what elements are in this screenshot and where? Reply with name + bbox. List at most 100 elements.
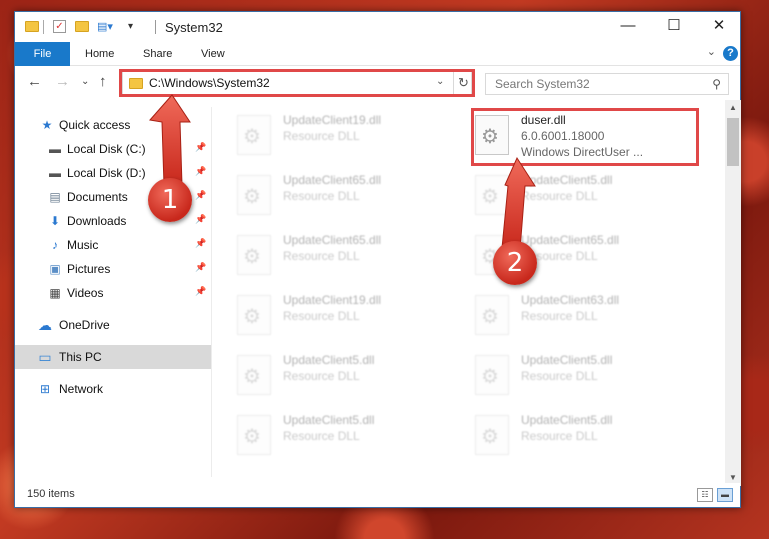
expand-ribbon-icon[interactable]: ⌄	[707, 45, 716, 58]
file-description: Resource DLL	[283, 429, 360, 443]
window-title: System32	[165, 20, 223, 35]
navigation-bar: ← → ⌄ ↑ C:\Windows\System32 ⌄ ↻ Search S…	[15, 67, 740, 99]
dll-file-icon	[475, 415, 509, 455]
onedrive-icon: ☁	[38, 317, 52, 333]
search-icon[interactable]: ⚲	[712, 77, 721, 91]
dll-file-icon	[237, 415, 271, 455]
documents-icon: ▤	[49, 190, 61, 204]
pictures-icon: ▣	[49, 262, 61, 276]
videos-icon: ▦	[49, 286, 61, 300]
dll-file-icon	[237, 115, 271, 155]
pin-icon: 📌	[195, 166, 207, 176]
drive-icon: ▬	[49, 142, 61, 156]
sidebar-item-label: OneDrive	[59, 318, 110, 332]
search-input[interactable]: Search System32	[495, 77, 590, 91]
properties-icon[interactable]: ✓	[53, 20, 66, 33]
file-explorer-window: ✓ ▤▾ ▾ System32 — ☐ ✕ File Home Share Vi…	[14, 11, 741, 508]
folder-icon	[25, 21, 39, 32]
file-name: UpdateClient5.dll	[521, 413, 613, 427]
tab-home[interactable]: Home	[73, 42, 126, 66]
sidebar-item-videos[interactable]: ▦ Videos 📌	[15, 281, 211, 305]
pin-icon: 📌	[195, 262, 207, 272]
file-item[interactable]: UpdateClient19.dll Resource DLL	[215, 289, 445, 343]
file-description: Resource DLL	[283, 189, 360, 203]
file-description: Resource DLL	[283, 249, 360, 263]
sidebar-item-music[interactable]: ♪ Music 📌	[15, 233, 211, 257]
minimize-button[interactable]: —	[605, 12, 651, 42]
scrollbar-thumb[interactable]	[727, 118, 739, 166]
maximize-button[interactable]: ☐	[651, 12, 697, 42]
search-box[interactable]: Search System32 ⚲	[485, 73, 729, 95]
pin-icon: 📌	[195, 190, 207, 200]
file-description: Resource DLL	[283, 369, 360, 383]
status-bar: 150 items ☷ ▬	[15, 483, 740, 507]
file-item[interactable]: UpdateClient63.dll Resource DLL	[453, 289, 683, 343]
star-icon: ★	[41, 118, 53, 132]
tab-view[interactable]: View	[189, 42, 237, 66]
dll-file-icon	[237, 355, 271, 395]
sidebar-item-label: This PC	[59, 350, 102, 364]
drive-icon: ▬	[49, 166, 61, 180]
item-count: 150 items	[27, 488, 75, 500]
file-description: Resource DLL	[283, 309, 360, 323]
sidebar-item-this-pc[interactable]: ▭ This PC	[15, 345, 211, 369]
download-icon: ⬇	[49, 214, 61, 228]
file-item[interactable]: UpdateClient5.dll Resource DLL	[453, 349, 683, 403]
back-button[interactable]: ←	[27, 73, 42, 90]
scroll-up-icon[interactable]: ▲	[725, 100, 741, 116]
file-name: UpdateClient65.dll	[521, 233, 620, 247]
dll-file-icon	[237, 175, 271, 215]
file-item[interactable]: UpdateClient65.dll Resource DLL	[215, 169, 445, 223]
sidebar-item-label: Pictures	[67, 262, 111, 276]
help-icon[interactable]: ?	[723, 46, 738, 61]
file-name: UpdateClient65.dll	[283, 233, 382, 247]
network-icon: ⊞	[39, 382, 51, 396]
tab-share[interactable]: Share	[131, 42, 184, 66]
sidebar-item-quick-access[interactable]: ★ Quick access	[15, 113, 211, 137]
sidebar-item-pictures[interactable]: ▣ Pictures 📌	[15, 257, 211, 281]
vertical-scrollbar[interactable]: ▲ ▼	[725, 100, 741, 486]
file-description: Resource DLL	[521, 369, 598, 383]
forward-button[interactable]: →	[55, 73, 70, 90]
file-name: UpdateClient5.dll	[521, 173, 613, 187]
sidebar-item-label: Videos	[67, 286, 104, 300]
tab-file[interactable]: File	[15, 42, 70, 66]
pin-icon: 📌	[195, 142, 207, 152]
file-item[interactable]: UpdateClient5.dll Resource DLL	[215, 409, 445, 463]
sidebar-item-local-disk-c[interactable]: ▬ Local Disk (C:) 📌	[15, 137, 211, 161]
sidebar-item-label: Quick access	[59, 118, 131, 132]
file-name: UpdateClient19.dll	[283, 293, 382, 307]
customize-toolbar-icon[interactable]: ▤▾	[97, 20, 113, 36]
file-name: UpdateClient5.dll	[283, 413, 375, 427]
sidebar-item-onedrive[interactable]: ☁ OneDrive	[15, 313, 211, 337]
toolbar-dropdown-icon[interactable]: ▾	[128, 21, 133, 37]
dll-file-icon	[475, 175, 509, 215]
details-view-icon[interactable]: ☷	[697, 488, 713, 502]
music-icon: ♪	[52, 238, 58, 252]
file-item[interactable]: UpdateClient65.dll Resource DLL	[453, 229, 683, 283]
sidebar-item-label: Local Disk (D:)	[67, 166, 146, 180]
file-item[interactable]: UpdateClient65.dll Resource DLL	[215, 229, 445, 283]
pane-divider	[211, 107, 212, 477]
computer-icon: ▭	[38, 349, 52, 365]
file-name: UpdateClient19.dll	[283, 113, 382, 127]
up-button[interactable]: ↑	[99, 73, 107, 90]
pin-icon: 📌	[195, 286, 207, 296]
new-folder-icon[interactable]	[75, 21, 89, 32]
dll-file-icon	[475, 355, 509, 395]
file-item[interactable]: UpdateClient19.dll Resource DLL	[215, 109, 445, 163]
sidebar-item-label: Documents	[67, 190, 128, 204]
file-description: Resource DLL	[521, 309, 598, 323]
large-icons-view-icon[interactable]: ▬	[717, 488, 733, 502]
file-item[interactable]: UpdateClient5.dll Resource DLL	[453, 169, 683, 223]
navigation-pane: ★ Quick access ▬ Local Disk (C:) 📌 ▬ Loc…	[15, 107, 211, 477]
file-name: UpdateClient65.dll	[283, 173, 382, 187]
sidebar-item-label: Music	[67, 238, 99, 252]
recent-locations-button[interactable]: ⌄	[81, 76, 89, 87]
close-button[interactable]: ✕	[696, 12, 742, 42]
callout-1: 1	[148, 178, 192, 222]
file-item[interactable]: UpdateClient5.dll Resource DLL	[453, 409, 683, 463]
sidebar-item-network[interactable]: ⊞ Network	[15, 377, 211, 401]
dll-file-icon	[475, 295, 509, 335]
file-item[interactable]: UpdateClient5.dll Resource DLL	[215, 349, 445, 403]
